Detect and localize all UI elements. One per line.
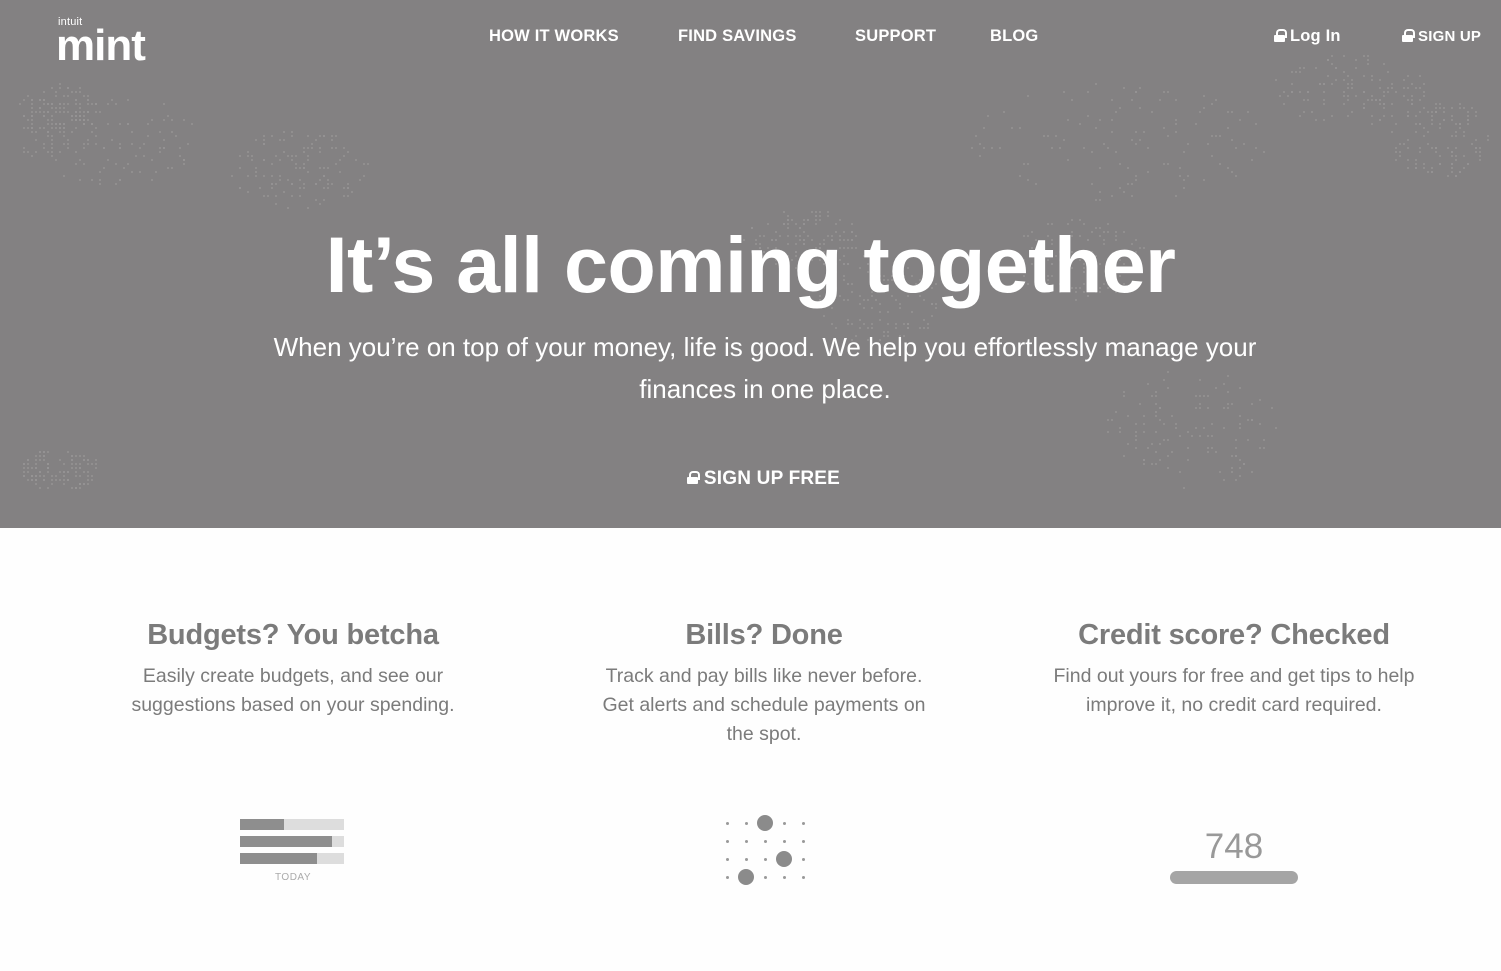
nav-blog[interactable]: BLOG — [990, 27, 1038, 46]
budget-bar — [240, 819, 344, 830]
calendar-day-dot — [783, 840, 786, 843]
calendar-day-dot — [802, 858, 805, 861]
calendar-day-dot — [745, 822, 748, 825]
calendar-day-dot — [764, 876, 767, 879]
feature-bills: Bills? Done Track and pay bills like nev… — [564, 616, 964, 749]
nav-how-it-works[interactable]: HOW IT WORKS — [489, 27, 619, 46]
calendar-day-dot — [745, 858, 748, 861]
budget-bar-fill — [240, 819, 284, 830]
bill-due-dot — [738, 869, 754, 885]
bills-calendar-illustration — [722, 812, 808, 888]
credit-score-meter — [1170, 871, 1298, 884]
login-link[interactable]: Log In — [1274, 27, 1341, 46]
budget-bar-fill — [240, 853, 317, 864]
calendar-day-dot — [726, 840, 729, 843]
feature-budgets: Budgets? You betcha Easily create budget… — [93, 616, 493, 720]
bill-due-dot — [757, 815, 773, 831]
budget-bar — [240, 853, 344, 864]
bill-due-dot — [776, 851, 792, 867]
signup-free-label: SIGN UP FREE — [703, 468, 841, 489]
calendar-day-dot — [783, 876, 786, 879]
calendar-day-dot — [802, 822, 805, 825]
budget-bars-illustration: TODAY — [240, 816, 346, 886]
logo-mint-text: mint — [56, 21, 146, 70]
feature-credit-score: Credit score? Checked Find out yours for… — [1034, 616, 1434, 720]
signup-label: SIGN UP — [1418, 28, 1482, 45]
feature-text: Easily create budgets, and see our sugge… — [131, 665, 455, 716]
feature-title: Bills? Done — [685, 619, 843, 651]
feature-title: Budgets? You betcha — [147, 619, 439, 651]
calendar-day-dot — [783, 822, 786, 825]
hero-subtitle: When you’re on top of your money, life i… — [273, 332, 1257, 404]
credit-score-illustration: 748 — [1168, 824, 1300, 888]
signup-free-button[interactable]: SIGN UP FREE — [0, 468, 1501, 490]
calendar-day-dot — [726, 876, 729, 879]
calendar-day-dot — [726, 822, 729, 825]
lock-icon — [1402, 29, 1415, 42]
feature-text: Track and pay bills like never before. G… — [602, 665, 926, 745]
calendar-day-dot — [764, 858, 767, 861]
lock-icon — [686, 471, 700, 485]
calendar-day-dot — [726, 858, 729, 861]
calendar-day-dot — [764, 840, 767, 843]
login-label: Log In — [1290, 27, 1341, 45]
credit-score-value: 748 — [1204, 827, 1264, 866]
hero-section: intuit mint HOW IT WORKS FIND SAVINGS SU… — [0, 0, 1501, 528]
budget-bar — [240, 836, 344, 847]
calendar-day-dot — [802, 840, 805, 843]
budget-today-label: TODAY — [274, 872, 312, 883]
feature-text: Find out yours for free and get tips to … — [1053, 665, 1415, 716]
signup-link[interactable]: SIGN UP — [1402, 28, 1481, 45]
budget-bar-fill — [240, 836, 332, 847]
feature-title: Credit score? Checked — [1078, 619, 1390, 651]
calendar-day-dot — [802, 876, 805, 879]
hero-headline: It’s all coming together — [325, 220, 1176, 309]
calendar-day-dot — [745, 840, 748, 843]
lock-icon — [1274, 29, 1287, 42]
nav-support[interactable]: SUPPORT — [855, 27, 936, 46]
nav-find-savings[interactable]: FIND SAVINGS — [678, 27, 797, 46]
